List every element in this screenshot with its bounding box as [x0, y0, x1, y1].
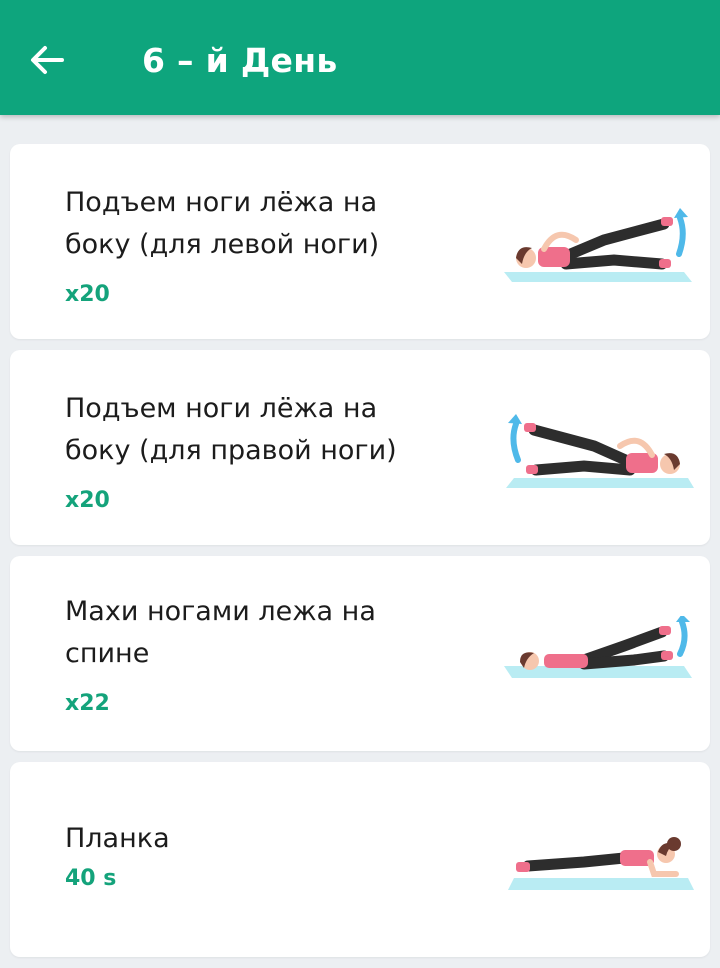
exercise-card-side-leg-raise-right[interactable]: Подъем ноги лёжа на боку (для правой ног… — [10, 350, 710, 545]
back-button[interactable] — [22, 38, 72, 82]
exercise-name-line: Планка — [65, 823, 170, 854]
exercise-card-lying-leg-swings[interactable]: Махи ногами лежа на спине x22 — [10, 556, 710, 751]
side-leg-raise-left-illustration — [504, 208, 692, 282]
exercise-name: Планка — [65, 818, 465, 860]
exercise-card-side-leg-raise-left[interactable]: Подъем ноги лёжа на боку (для левой ноги… — [10, 144, 710, 339]
exercise-card-plank[interactable]: Планка 40 s — [10, 762, 710, 957]
exercise-name: Подъем ноги лёжа на боку (для левой ноги… — [65, 182, 465, 266]
lying-leg-swings-illustration — [504, 616, 692, 678]
page-title: 6 – й День — [142, 41, 338, 80]
exercise-name-line: Подъем ноги лёжа на — [65, 187, 378, 218]
plank-illustration — [508, 837, 694, 890]
exercise-reps: x20 — [65, 488, 110, 513]
exercise-duration: 40 s — [65, 866, 117, 891]
exercise-name: Махи ногами лежа на спине — [65, 591, 465, 675]
exercise-name-line: боку (для правой ноги) — [65, 435, 397, 466]
exercise-name-line: боку (для левой ноги) — [65, 229, 380, 260]
app-bar: 6 – й День — [0, 0, 720, 115]
exercise-name: Подъем ноги лёжа на боку (для правой ног… — [65, 388, 465, 472]
exercise-name-line: Подъем ноги лёжа на — [65, 393, 378, 424]
side-leg-raise-right-illustration — [506, 414, 694, 488]
exercise-reps: x22 — [65, 691, 110, 716]
arrow-left-icon — [31, 46, 64, 74]
exercise-reps: x20 — [65, 282, 110, 307]
exercise-name-line: спине — [65, 638, 150, 669]
exercise-name-line: Махи ногами лежа на — [65, 596, 376, 627]
